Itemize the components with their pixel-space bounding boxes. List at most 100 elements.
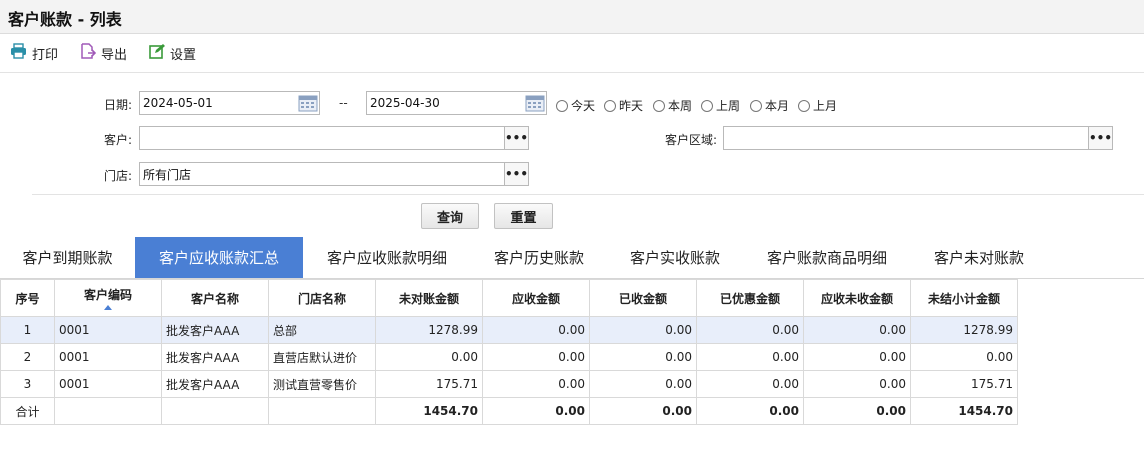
radio-circle [604, 99, 616, 112]
radio-circle [653, 99, 665, 112]
region-label: 客户区域: [665, 133, 718, 147]
table-cell: 测试直营零售价 [268, 370, 376, 398]
page-title: 客户账款 - 列表 [8, 10, 122, 29]
tab-received-accounts[interactable]: 客户实收账款 [607, 237, 743, 278]
table-cell: 批发客户AAA [161, 316, 269, 344]
print-label: 打印 [32, 47, 59, 63]
table-cell: 1 [0, 316, 55, 344]
table-cell: 0.00 [910, 343, 1018, 371]
export-button[interactable]: 导出 [80, 43, 127, 63]
date-range-separator: -- [339, 96, 348, 110]
reset-button[interactable]: 重置 [494, 203, 553, 229]
toolbar-divider [0, 72, 1144, 73]
table-cell: 0.00 [696, 370, 804, 398]
receivable-summary-table: 序号 客户编码 客户名称 门店名称 未对账金额 应收金额 已收金额 已优惠金额 … [0, 279, 1018, 425]
tab-due-accounts[interactable]: 客户到期账款 [0, 237, 135, 278]
range-yesterday-radio[interactable]: 昨天 [604, 97, 643, 114]
sort-ascending-icon [104, 305, 112, 310]
total-cell: 1454.70 [375, 397, 483, 425]
table-row[interactable]: 2 0001 批发客户AAA 直营店默认进价 0.00 0.00 0.00 0.… [0, 343, 1018, 371]
column-header[interactable]: 应收未收金额 [803, 279, 911, 317]
radio-label: 昨天 [619, 99, 644, 113]
settings-button[interactable]: 设置 [149, 43, 196, 63]
date-from-input[interactable] [143, 96, 316, 110]
calendar-icon[interactable] [298, 94, 318, 112]
query-button[interactable]: 查询 [421, 203, 479, 229]
radio-circle [798, 99, 810, 112]
tab-receivable-detail[interactable]: 客户应收账款明细 [303, 237, 471, 278]
range-this-week-radio[interactable]: 本周 [653, 97, 692, 114]
table-cell: 1278.99 [910, 316, 1018, 344]
column-header-sorted[interactable]: 客户编码 [54, 279, 162, 317]
date-to-input[interactable] [370, 96, 543, 110]
table-cell: 0.00 [589, 343, 697, 371]
store-field[interactable] [139, 162, 505, 186]
date-label: 日期: [104, 98, 133, 112]
table-cell: 3 [0, 370, 55, 398]
table-cell: 批发客户AAA [161, 370, 269, 398]
date-to-field[interactable] [366, 91, 547, 115]
store-input[interactable] [143, 167, 501, 181]
store-browse-button[interactable]: ••• [505, 162, 529, 186]
total-cell: 0.00 [803, 397, 911, 425]
column-header[interactable]: 客户名称 [161, 279, 269, 317]
tab-unreconciled-accounts[interactable]: 客户未对账款 [911, 237, 1047, 278]
total-cell: 0.00 [589, 397, 697, 425]
table-cell: 0.00 [803, 316, 911, 344]
total-label: 合计 [0, 397, 55, 425]
customer-browse-button[interactable]: ••• [505, 126, 529, 150]
calendar-icon[interactable] [525, 94, 545, 112]
table-cell: 175.71 [910, 370, 1018, 398]
radio-label: 上月 [813, 99, 838, 113]
total-cell: 0.00 [482, 397, 590, 425]
range-last-month-radio[interactable]: 上月 [798, 97, 837, 114]
table-cell: 0001 [54, 316, 162, 344]
table-cell: 0.00 [589, 316, 697, 344]
column-header[interactable]: 门店名称 [268, 279, 376, 317]
region-input[interactable] [727, 131, 1085, 145]
tab-receivable-summary[interactable]: 客户应收账款汇总 [135, 237, 303, 278]
column-header[interactable]: 序号 [0, 279, 55, 317]
table-row[interactable]: 1 0001 批发客户AAA 总部 1278.99 0.00 0.00 0.00… [0, 316, 1018, 344]
table-cell [54, 397, 162, 425]
range-today-radio[interactable]: 今天 [556, 97, 595, 114]
table-cell: 批发客户AAA [161, 343, 269, 371]
table-cell: 0.00 [696, 316, 804, 344]
radio-label: 上周 [716, 99, 741, 113]
table-cell: 0.00 [482, 316, 590, 344]
table-cell: 0.00 [482, 370, 590, 398]
customer-input[interactable] [143, 131, 501, 145]
radio-circle [750, 99, 762, 112]
range-last-week-radio[interactable]: 上周 [701, 97, 740, 114]
radio-circle [556, 99, 568, 112]
tab-history-accounts[interactable]: 客户历史账款 [471, 237, 607, 278]
table-cell [161, 397, 269, 425]
table-row[interactable]: 3 0001 批发客户AAA 测试直营零售价 175.71 0.00 0.00 … [0, 370, 1018, 398]
table-cell: 直营店默认进价 [268, 343, 376, 371]
table-cell: 0.00 [482, 343, 590, 371]
region-browse-button[interactable]: ••• [1089, 126, 1113, 150]
table-cell: 0.00 [803, 343, 911, 371]
column-header[interactable]: 未对账金额 [375, 279, 483, 317]
radio-circle [701, 99, 713, 112]
store-label: 门店: [104, 169, 133, 183]
column-header[interactable]: 已优惠金额 [696, 279, 804, 317]
radio-label: 今天 [571, 99, 596, 113]
range-this-month-radio[interactable]: 本月 [750, 97, 789, 114]
tab-account-goods-detail[interactable]: 客户账款商品明细 [743, 237, 911, 278]
column-header[interactable]: 未结小计金额 [910, 279, 1018, 317]
date-from-field[interactable] [139, 91, 320, 115]
export-icon [80, 43, 101, 63]
print-button[interactable]: 打印 [10, 43, 58, 63]
customer-field[interactable] [139, 126, 505, 150]
printer-icon [10, 43, 32, 63]
column-header[interactable]: 已收金额 [589, 279, 697, 317]
total-cell: 1454.70 [910, 397, 1018, 425]
table-cell: 0001 [54, 343, 162, 371]
table-cell: 0.00 [696, 343, 804, 371]
region-field[interactable] [723, 126, 1089, 150]
column-header[interactable]: 应收金额 [482, 279, 590, 317]
column-header-label: 客户编码 [83, 288, 132, 302]
table-cell: 0.00 [375, 343, 483, 371]
title-bar: 客户账款 - 列表 [0, 0, 1144, 34]
